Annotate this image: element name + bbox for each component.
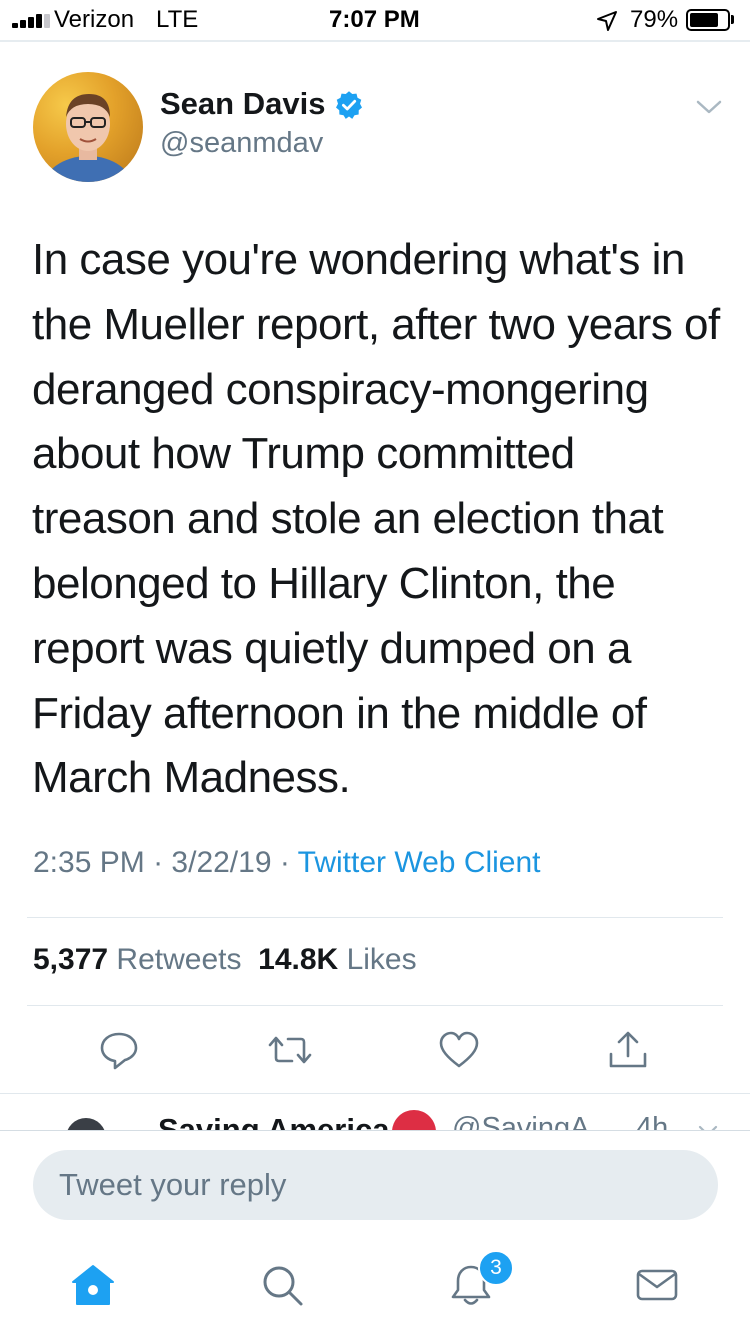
next-reply-preview[interactable]: Saving America @SavingA... 4h (0, 1094, 750, 1130)
carrier-label: Verizon (54, 6, 135, 33)
battery-icon (686, 9, 730, 31)
avatar[interactable] (33, 72, 143, 182)
engagement-stats: 5,377 Retweets 14.8K Likes (33, 943, 417, 977)
like-stat[interactable]: 14.8K Likes (258, 943, 416, 976)
status-bar: Verizon LTE 7:07 PM 79% (0, 0, 750, 40)
divider (27, 917, 723, 918)
like-button[interactable] (437, 1028, 481, 1072)
author-handle[interactable]: @seanmdav (160, 127, 323, 160)
retweet-label: Retweets (116, 943, 242, 976)
retweet-icon (268, 1036, 312, 1064)
avatar-portrait (43, 94, 133, 182)
reply-input[interactable] (33, 1150, 718, 1220)
clock: 7:07 PM (329, 6, 420, 33)
reply-time: 4h (636, 1112, 669, 1130)
chevron-down-icon[interactable] (696, 98, 722, 116)
meta-separator: · (153, 846, 164, 879)
divider (27, 1005, 723, 1006)
home-icon (72, 1265, 114, 1305)
retweet-button[interactable] (268, 1028, 312, 1072)
tab-messages[interactable] (634, 1262, 680, 1308)
reply-author-handle: @SavingA... (452, 1112, 614, 1130)
battery-fill (690, 13, 718, 27)
battery-tip (731, 15, 734, 24)
red-circle-emoji-icon (392, 1110, 436, 1130)
share-icon (609, 1031, 647, 1068)
notification-count-badge: 3 (478, 1250, 514, 1286)
tweet-date: 3/22/19 (171, 846, 272, 879)
tweet-meta: 2:35 PM · 3/22/19 · Twitter Web Client (33, 846, 541, 880)
tab-home[interactable] (70, 1262, 116, 1308)
reply-avatar[interactable] (66, 1118, 106, 1130)
like-label: Likes (346, 943, 417, 976)
network-label: LTE (156, 6, 199, 33)
like-icon (439, 1031, 479, 1068)
reply-author-name[interactable]: Saving America (158, 1112, 389, 1130)
reply-icon (100, 1032, 138, 1070)
tweet-time: 2:35 PM (33, 846, 145, 879)
tweet-text: In case you're wondering what's in the M… (32, 235, 720, 803)
composer-border (0, 1130, 750, 1131)
reply-button[interactable] (97, 1028, 141, 1072)
clipped-content-edge (0, 40, 750, 42)
location-arrow-icon (597, 11, 617, 31)
meta-separator: · (279, 846, 290, 879)
like-count: 14.8K (258, 943, 339, 976)
verified-badge-icon (336, 91, 362, 119)
author-name[interactable]: Sean Davis (160, 86, 325, 122)
search-icon (263, 1266, 303, 1306)
battery-percent: 79% (630, 6, 679, 33)
share-button[interactable] (606, 1028, 650, 1072)
tweet-source-link[interactable]: Twitter Web Client (298, 846, 541, 879)
messages-icon (636, 1269, 678, 1301)
tab-search[interactable] (259, 1262, 305, 1308)
retweet-count: 5,377 (33, 943, 109, 976)
retweet-stat[interactable]: 5,377 Retweets (33, 943, 241, 976)
signal-bars-icon (12, 12, 52, 28)
